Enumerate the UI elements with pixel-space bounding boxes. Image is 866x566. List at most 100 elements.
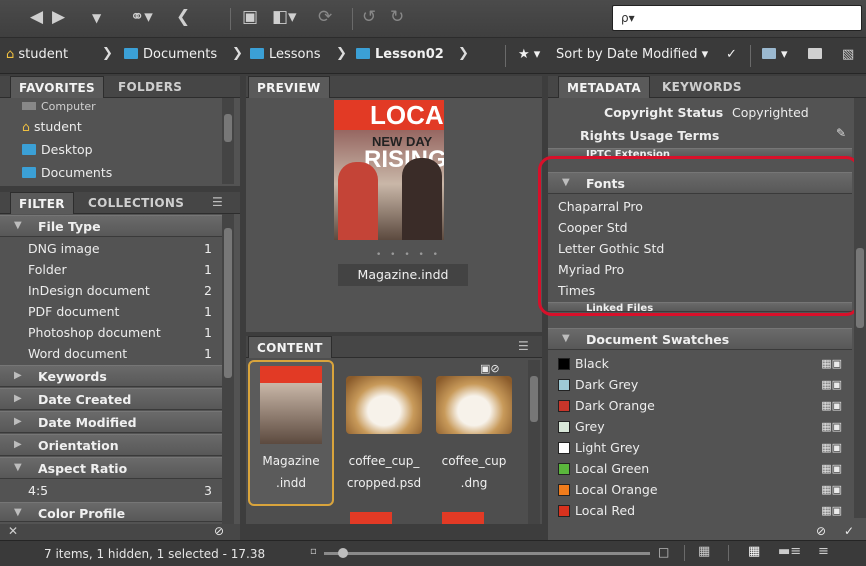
tab-content[interactable]: CONTENT bbox=[248, 336, 332, 358]
favorite-item-student[interactable]: ⌂ student bbox=[22, 116, 82, 137]
section-color-profile[interactable]: ▼ Color Profile bbox=[0, 502, 222, 522]
favorite-star-icon[interactable]: ★ ▾ bbox=[518, 47, 540, 62]
favorites-panel: FAVORITES FOLDERS Computer ⌂ student Desk… bbox=[0, 76, 240, 186]
search-icon: ρ▾ bbox=[621, 11, 635, 25]
content-scrollbar[interactable] bbox=[528, 360, 540, 524]
new-folder-icon[interactable] bbox=[808, 47, 827, 62]
filter-row[interactable]: PDF document 1 bbox=[28, 301, 218, 322]
breadcrumb-student[interactable]: ⌂ student bbox=[6, 47, 68, 62]
sort-dropdown[interactable]: Sort by Date Modified ▾ bbox=[556, 47, 708, 62]
sort-order-chevron-icon[interactable]: ✓ bbox=[726, 47, 737, 62]
dropdown-icon[interactable]: ▼ bbox=[92, 11, 101, 25]
content-item-coffee-dng[interactable]: ▣⊘ coffee_cup .dng bbox=[432, 360, 516, 506]
swatch-row: Local Orange ▦▣ bbox=[558, 479, 854, 500]
filter-scrollbar[interactable] bbox=[222, 214, 234, 524]
swatch-row: Light Grey ▦▣ bbox=[558, 437, 854, 458]
scrollbar-thumb[interactable] bbox=[530, 376, 538, 422]
documents-folder-icon bbox=[124, 48, 138, 59]
favorite-item-documents[interactable]: Documents bbox=[22, 162, 112, 183]
highlight-outline bbox=[538, 156, 860, 316]
triangle-down-icon: ▼ bbox=[14, 507, 22, 518]
zoom-out-icon[interactable]: ▫ bbox=[310, 546, 317, 557]
status-text: 7 items, 1 hidden, 1 selected - 17.38 bbox=[44, 547, 266, 561]
breadcrumb-lessons[interactable]: Lessons bbox=[250, 47, 321, 62]
item-name-line1: coffee_cup bbox=[441, 454, 507, 468]
swatch-type-icon: ▦▣ bbox=[821, 441, 842, 454]
slider-thumb[interactable] bbox=[338, 548, 348, 558]
refine-icon[interactable]: ⟳ bbox=[318, 7, 332, 27]
section-document-swatches[interactable]: ▼ Document Swatches bbox=[548, 328, 852, 350]
tab-filter[interactable]: FILTER bbox=[10, 192, 74, 214]
edit-pencil-icon[interactable]: ✎ bbox=[836, 126, 846, 140]
section-keywords[interactable]: ▶ Keywords bbox=[0, 365, 222, 387]
apply-check-icon[interactable]: ✓ bbox=[844, 524, 854, 538]
cancel-icon[interactable]: ⊘ bbox=[816, 524, 826, 538]
filter-row[interactable]: InDesign document 2 bbox=[28, 280, 218, 301]
view-thumbnails-icon[interactable]: ▦ bbox=[748, 544, 760, 559]
search-input[interactable]: ρ▾ bbox=[612, 5, 862, 31]
favorite-item-computer[interactable]: Computer bbox=[22, 100, 96, 114]
rotate-right-icon[interactable]: ↻ bbox=[390, 7, 404, 27]
scrollbar-thumb[interactable] bbox=[224, 228, 232, 378]
open-recent-folder-icon[interactable]: ▾ bbox=[762, 47, 788, 62]
favorite-item-desktop[interactable]: Desktop bbox=[22, 139, 93, 160]
tab-favorites[interactable]: FAVORITES bbox=[10, 76, 105, 98]
tab-collections[interactable]: COLLECTIONS bbox=[80, 192, 192, 214]
scrollbar-thumb[interactable] bbox=[224, 114, 232, 142]
folder-icon bbox=[356, 48, 370, 59]
back-arrow-icon[interactable]: ◀ bbox=[30, 7, 43, 27]
clear-filter-icon[interactable]: ⊘ bbox=[214, 524, 224, 538]
tab-preview[interactable]: PREVIEW bbox=[248, 76, 330, 98]
next-row-thumbnail[interactable] bbox=[350, 512, 392, 524]
swatch-type-icon: ▦▣ bbox=[821, 504, 842, 517]
section-file-type[interactable]: ▼ File Type bbox=[0, 215, 222, 237]
filter-row[interactable]: DNG image 1 bbox=[28, 238, 218, 259]
lock-grid-icon[interactable]: ▦ bbox=[698, 544, 710, 559]
section-date-created[interactable]: ▶ Date Created bbox=[0, 388, 222, 410]
chevron-right-icon: ❯ bbox=[458, 46, 469, 61]
filter-row[interactable]: Word document 1 bbox=[28, 343, 218, 364]
swatch-type-icon: ▦▣ bbox=[821, 462, 842, 475]
camera-icon[interactable]: ▣ bbox=[242, 7, 258, 27]
section-aspect-ratio[interactable]: ▼ Aspect Ratio bbox=[0, 457, 222, 479]
chevron-right-icon: ❯ bbox=[232, 46, 243, 61]
swatch-type-icon: ▦▣ bbox=[821, 357, 842, 370]
view-list-icon[interactable]: ≡ bbox=[818, 544, 829, 559]
panel-menu-icon[interactable]: ☰ bbox=[518, 339, 529, 353]
favorites-scrollbar[interactable] bbox=[222, 98, 234, 184]
zoom-in-icon[interactable]: □ bbox=[658, 545, 669, 559]
tab-metadata[interactable]: METADATA bbox=[558, 76, 650, 98]
tab-keywords[interactable]: KEYWORDS bbox=[654, 76, 750, 98]
breadcrumb-documents[interactable]: Documents bbox=[124, 47, 217, 62]
return-icon[interactable]: ❮ bbox=[176, 7, 190, 27]
item-name-line2: .dng bbox=[460, 476, 488, 490]
breadcrumb-lesson02[interactable]: Lesson02 bbox=[356, 47, 444, 62]
recent-folder-icon[interactable]: ⚭▾ bbox=[130, 7, 153, 27]
pin-icon[interactable]: ✕ bbox=[8, 524, 18, 538]
next-row-thumbnail[interactable] bbox=[442, 512, 484, 524]
path-separator bbox=[505, 45, 506, 67]
metadata-scrollbar[interactable] bbox=[854, 98, 866, 518]
content-item-magazine[interactable]: Magazine .indd bbox=[248, 360, 334, 506]
filter-row[interactable]: Photoshop document 1 bbox=[28, 322, 218, 343]
home-icon: ⌂ bbox=[22, 119, 30, 134]
output-icon[interactable]: ◧▾ bbox=[272, 7, 297, 27]
forward-arrow-icon[interactable]: ▶ bbox=[52, 7, 65, 27]
triangle-right-icon: ▶ bbox=[14, 393, 22, 404]
section-date-modified[interactable]: ▶ Date Modified bbox=[0, 411, 222, 433]
scrollbar-thumb[interactable] bbox=[856, 248, 864, 328]
triangle-right-icon: ▶ bbox=[14, 416, 22, 427]
swatch-color bbox=[558, 400, 570, 412]
trash-icon[interactable]: ▧ bbox=[842, 47, 854, 62]
panel-menu-icon[interactable]: ☰ bbox=[212, 195, 223, 209]
tab-folders[interactable]: FOLDERS bbox=[110, 76, 190, 98]
thumbnail-size-slider[interactable] bbox=[324, 548, 650, 558]
filter-row[interactable]: 4:5 3 bbox=[28, 480, 218, 501]
view-details-icon[interactable]: ▬≡ bbox=[778, 544, 801, 559]
rotate-left-icon[interactable]: ↺ bbox=[362, 7, 376, 27]
content-item-coffee-psd[interactable]: coffee_cup_ cropped.psd bbox=[342, 360, 426, 506]
filter-row[interactable]: Folder 1 bbox=[28, 259, 218, 280]
content-tabbar: CONTENT ☰ bbox=[246, 336, 542, 358]
section-orientation[interactable]: ▶ Orientation bbox=[0, 434, 222, 456]
triangle-down-icon: ▼ bbox=[562, 333, 570, 344]
